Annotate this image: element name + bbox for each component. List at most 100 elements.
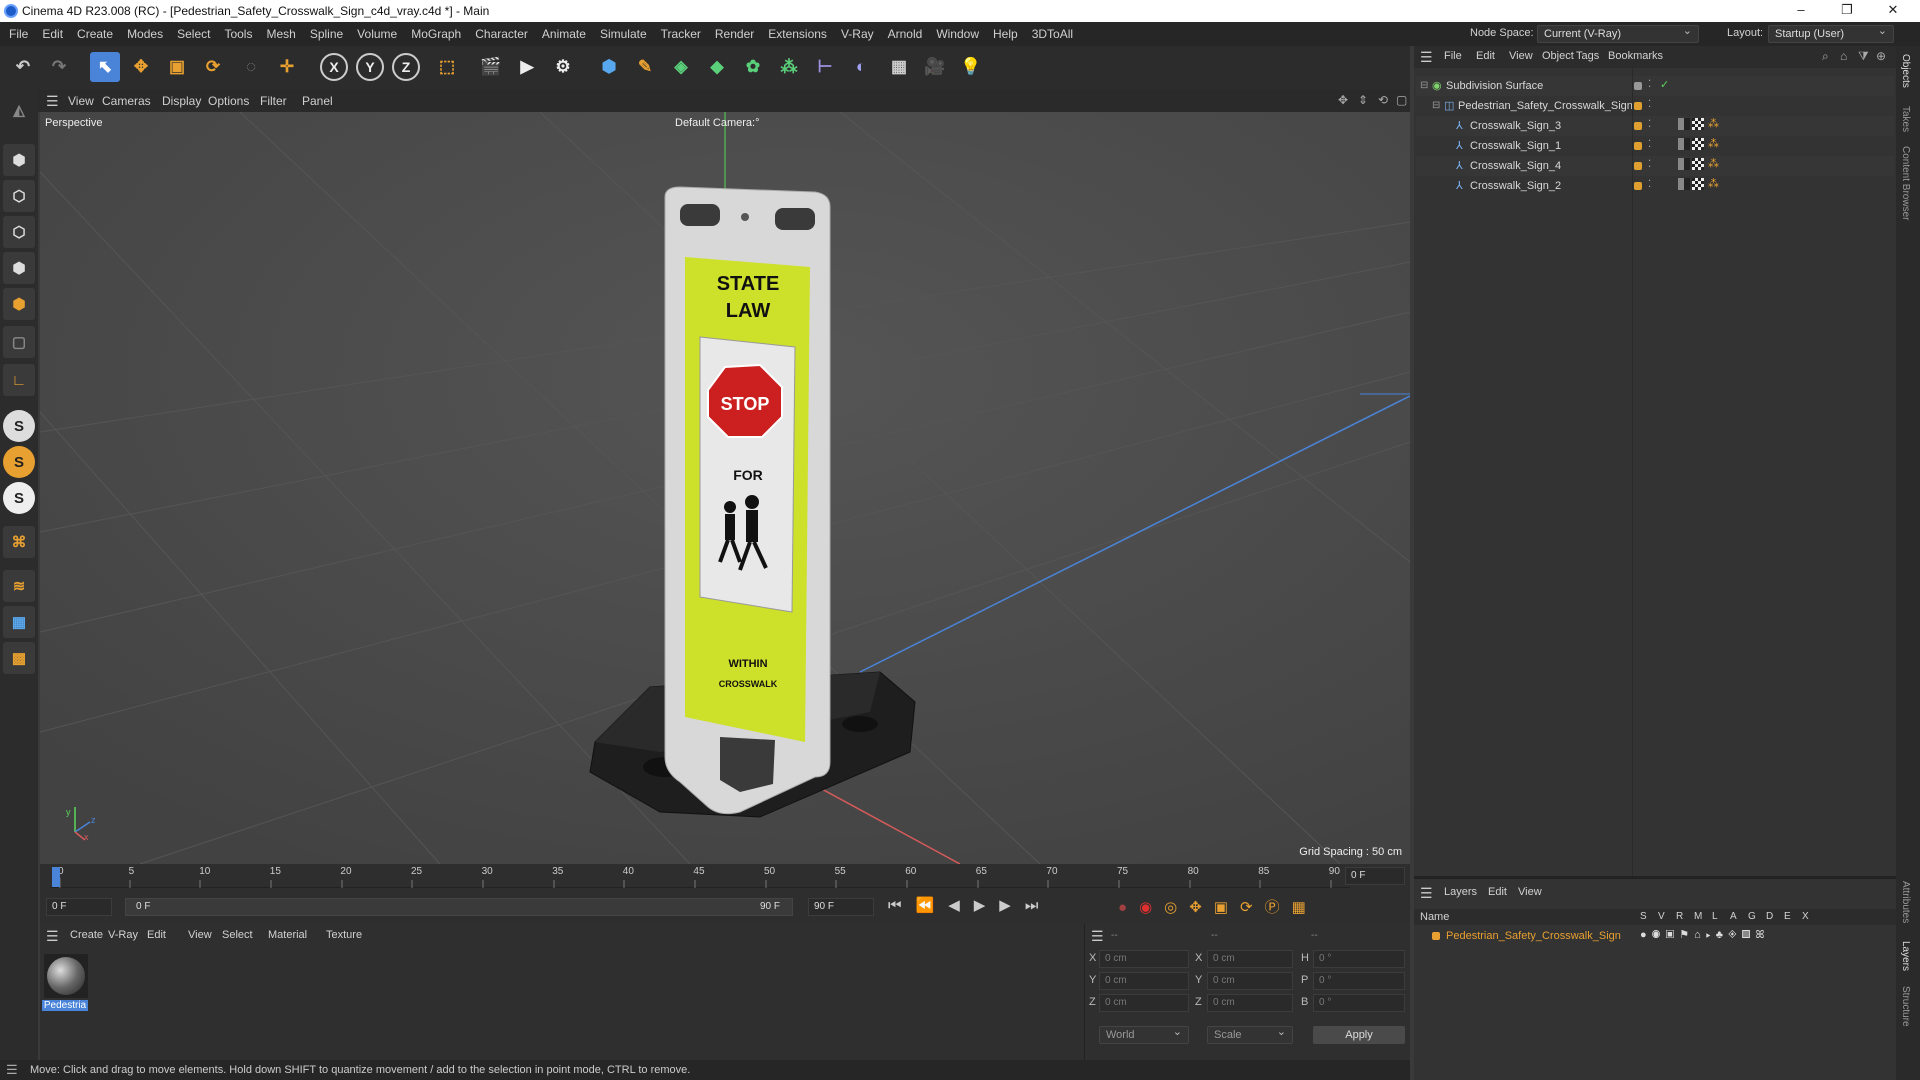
coord-pos-field[interactable]: 0 cm	[1099, 972, 1189, 990]
layers-menu-view[interactable]: View	[1518, 886, 1542, 898]
material-menu-material[interactable]: Material	[268, 929, 307, 941]
uvw-icon[interactable]: ⬢	[3, 288, 35, 320]
layer-col-m[interactable]: M	[1694, 911, 1702, 922]
vray-tag-icon[interactable]: ⁂	[1708, 137, 1719, 150]
texture-tag-icon[interactable]	[1692, 158, 1704, 170]
menu-animate[interactable]: Animate	[535, 22, 593, 46]
layer-flag-icons[interactable]: ●◉▣⚑⌂▸♣◈▤ꕤ	[1640, 928, 1770, 942]
record-off-icon[interactable]: ●	[1118, 899, 1139, 916]
vray-tag-icon[interactable]: ⁂	[1708, 177, 1719, 190]
workplane-mode-icon[interactable]: ▢	[3, 326, 35, 358]
object-visibility-dots[interactable]: ⁚	[1648, 79, 1651, 90]
place-icon[interactable]: ✛	[272, 52, 302, 82]
quantize-icon[interactable]: ▩	[3, 642, 35, 674]
tab-layers[interactable]: Layers	[1900, 941, 1911, 971]
objmgr-menu-tags[interactable]: Tags	[1576, 50, 1599, 62]
objmgr-menu-view[interactable]: View	[1509, 50, 1533, 62]
snap-s-white-icon[interactable]: S	[3, 482, 35, 514]
texture-tag-icon[interactable]	[1692, 138, 1704, 150]
material-name[interactable]: Pedestria	[42, 1000, 88, 1011]
objmgr-menu-object[interactable]: Object	[1542, 50, 1574, 62]
objmgr-menu-bookmarks[interactable]: Bookmarks	[1608, 50, 1663, 62]
object-name[interactable]: Pedestrian_Safety_Crosswalk_Sign	[1458, 100, 1633, 112]
coord-pos-field[interactable]: 0 cm	[1099, 950, 1189, 968]
menu-edit[interactable]: Edit	[35, 22, 70, 46]
extrude-icon[interactable]: ◆	[702, 52, 732, 82]
live-select-icon[interactable]: ◌	[236, 52, 266, 82]
object-layer-swatch[interactable]	[1634, 162, 1642, 170]
menu-arnold[interactable]: Arnold	[881, 22, 930, 46]
key-prev-icon[interactable]: ⏪	[916, 897, 949, 914]
menu-modes[interactable]: Modes	[120, 22, 170, 46]
layer-name[interactable]: Pedestrian_Safety_Crosswalk_Sign	[1446, 930, 1621, 942]
objmgr-hamburger-icon[interactable]: ☰	[1420, 49, 1433, 66]
timeline-ruler[interactable]: 0 5 10 15 20 25 30 35 40 45 50 55 60 65 70 75 80 85 90	[50, 864, 1350, 888]
coord-rot-field[interactable]: 0 °	[1313, 972, 1405, 990]
object-expand-icon[interactable]: ⊟	[1432, 100, 1440, 111]
camera-icon[interactable]: 🎥	[920, 52, 950, 82]
menu-volume[interactable]: Volume	[350, 22, 404, 46]
play-icon[interactable]: ▶	[974, 897, 1000, 914]
material-tag-icon[interactable]	[1678, 138, 1690, 150]
viewport-menu-view[interactable]: View	[68, 94, 94, 108]
material-menu-view[interactable]: View	[188, 929, 212, 941]
object-row[interactable]: ⅄ Crosswalk_Sign_4 ⁚ ⁂	[1416, 156, 1894, 176]
axis-icon[interactable]: ∟	[3, 364, 35, 396]
pen-icon[interactable]: ✎	[630, 52, 660, 82]
edges-mode-icon[interactable]: ⬡	[3, 216, 35, 248]
texture-mode-icon[interactable]: ⬢	[3, 144, 35, 176]
cloner-icon[interactable]: ✿	[738, 52, 768, 82]
pan-icon[interactable]: ✥	[1338, 93, 1348, 107]
select-icon[interactable]: ⬉	[90, 52, 120, 82]
menu-select[interactable]: Select	[170, 22, 217, 46]
object-name[interactable]: Crosswalk_Sign_1	[1470, 140, 1561, 152]
current-frame-field[interactable]: 0 F	[1345, 867, 1405, 885]
key-move-icon[interactable]: ✥	[1189, 899, 1214, 916]
menu-render[interactable]: Render	[708, 22, 761, 46]
points-mode-icon[interactable]: ⬡	[3, 180, 35, 212]
maximize-view-icon[interactable]: ▢	[1396, 93, 1407, 107]
texture-tag-icon[interactable]	[1692, 118, 1704, 130]
menu-file[interactable]: File	[2, 22, 35, 46]
y-axis-icon[interactable]: Y	[356, 53, 384, 81]
object-layer-swatch[interactable]	[1634, 142, 1642, 150]
x-axis-icon[interactable]: X	[320, 53, 348, 81]
node-space-select[interactable]: Current (V-Ray)	[1537, 23, 1699, 43]
texture-tag-icon[interactable]	[1692, 178, 1704, 190]
object-row[interactable]: ⊟ ◉ Subdivision Surface ⁚ ✓	[1416, 76, 1894, 96]
object-row[interactable]: ⅄ Crosswalk_Sign_3 ⁚ ⁂	[1416, 116, 1894, 136]
layer-col-a[interactable]: A	[1730, 911, 1737, 922]
prev-frame-icon[interactable]: ◀	[948, 897, 974, 914]
vray-tag-icon[interactable]: ⁂	[1708, 157, 1719, 170]
polygons-mode-icon[interactable]: ⬢	[3, 252, 35, 284]
coord-hamburger-icon[interactable]: ☰	[1091, 928, 1104, 945]
layout-select[interactable]: Startup (User)	[1768, 23, 1894, 43]
material-menu-select[interactable]: Select	[222, 929, 253, 941]
camera-label[interactable]: Default Camera:°	[675, 117, 760, 129]
coord-size-field[interactable]: 0 cm	[1207, 994, 1293, 1012]
layer-col-v[interactable]: V	[1658, 911, 1665, 922]
vray-tag-icon[interactable]: ⁂	[1708, 117, 1719, 130]
key-controls[interactable]: ●◉◎✥▣⟳Ⓟ▦	[1118, 896, 1318, 917]
model-mode-icon[interactable]: ◭	[3, 94, 35, 126]
filter-icon[interactable]: ⧩	[1858, 49, 1869, 64]
new-window-icon[interactable]: ⊕	[1876, 49, 1886, 63]
playback-controls[interactable]: ⏮⏪◀▶▶⏭	[888, 896, 1052, 914]
playhead[interactable]	[52, 867, 60, 887]
material-thumbnail[interactable]	[44, 954, 88, 998]
material-menu-texture[interactable]: Texture	[326, 929, 362, 941]
menu-v-ray[interactable]: V-Ray	[834, 22, 881, 46]
close-button[interactable]: ✕	[1870, 0, 1916, 22]
tab-content-browser[interactable]: Content Browser	[1900, 146, 1911, 220]
menu-mesh[interactable]: Mesh	[259, 22, 302, 46]
hamburger-icon[interactable]: ☰	[46, 93, 59, 110]
menu-window[interactable]: Window	[929, 22, 986, 46]
coord-pos-field[interactable]: 0 cm	[1099, 994, 1189, 1012]
coord-size-field[interactable]: 0 cm	[1207, 950, 1293, 968]
object-visibility-dots[interactable]: ⁚	[1648, 119, 1651, 130]
object-visibility-dots[interactable]: ⁚	[1648, 139, 1651, 150]
layers-menu-edit[interactable]: Edit	[1488, 886, 1507, 898]
coord-rot-field[interactable]: 0 °	[1313, 994, 1405, 1012]
menu-tracker[interactable]: Tracker	[654, 22, 708, 46]
viewport-menu-cameras[interactable]: Cameras	[102, 94, 151, 108]
